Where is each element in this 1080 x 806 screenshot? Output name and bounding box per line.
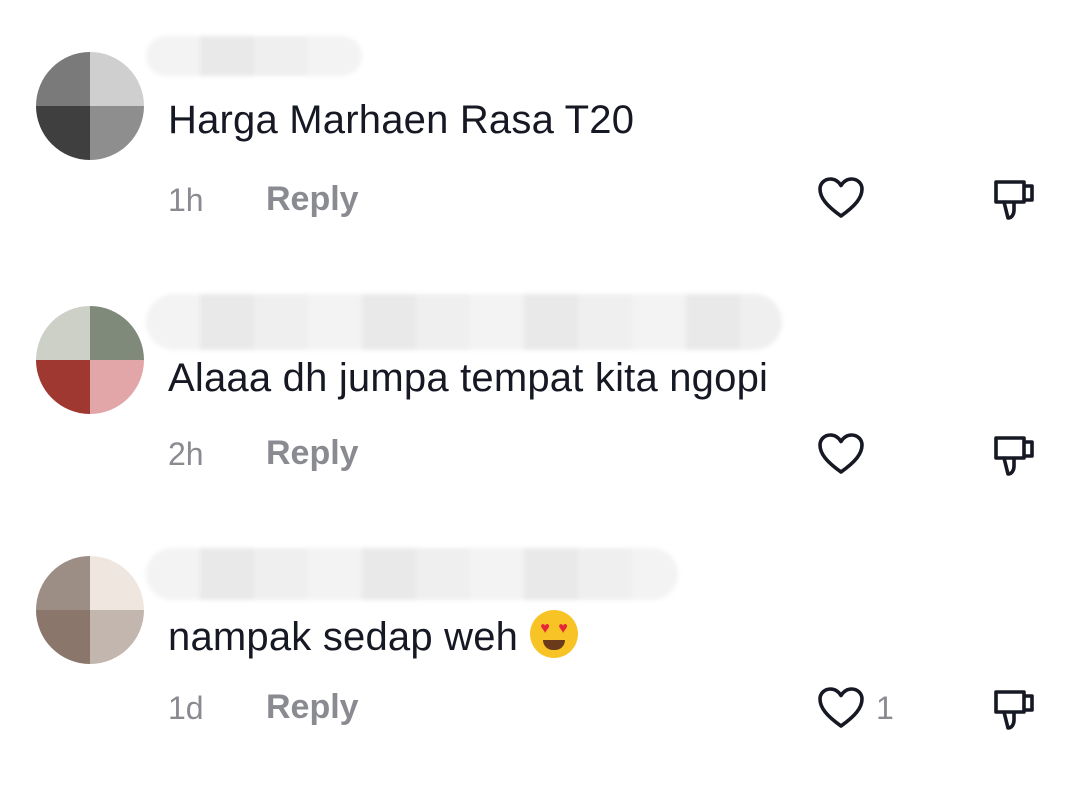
- username-redacted[interactable]: [146, 294, 782, 350]
- avatar-pixel: [90, 360, 144, 414]
- avatar-pixel: [36, 610, 90, 664]
- avatar-pixel: [90, 556, 144, 610]
- heart-eyes-emoji-icon: ♥ ♥: [530, 610, 579, 658]
- thumbs-down-icon[interactable]: [990, 176, 1038, 224]
- avatar[interactable]: [36, 306, 144, 414]
- avatar[interactable]: [36, 556, 144, 664]
- comment-item: nampak sedap weh ♥ ♥ 1d Reply 1: [0, 548, 1080, 806]
- comment-item: Alaaa dh jumpa tempat kita ngopi 2h Repl…: [0, 294, 1080, 556]
- thumbs-down-icon[interactable]: [990, 686, 1038, 734]
- comment-time: 1h: [168, 182, 204, 218]
- avatar-pixel: [36, 556, 90, 610]
- comment-text: Alaaa dh jumpa tempat kita ngopi: [168, 356, 769, 400]
- avatar-pixel: [36, 106, 90, 160]
- avatar-pixel: [90, 52, 144, 106]
- avatar-pixel: [36, 306, 90, 360]
- avatar-pixel: [90, 610, 144, 664]
- heart-outline-icon[interactable]: [817, 686, 865, 730]
- avatar-pixel: [90, 106, 144, 160]
- heart-outline-icon[interactable]: [817, 176, 865, 220]
- comment-time: 1d: [168, 690, 204, 726]
- username-redacted[interactable]: [146, 36, 362, 76]
- avatar-pixel: [36, 360, 90, 414]
- comment-text-content: nampak sedap weh: [168, 615, 519, 659]
- avatar[interactable]: [36, 52, 144, 160]
- reply-button[interactable]: Reply: [266, 688, 359, 727]
- reply-button[interactable]: Reply: [266, 180, 359, 219]
- comment-text: Harga Marhaen Rasa T20: [168, 98, 635, 142]
- heart-outline-icon[interactable]: [817, 432, 865, 476]
- like-count: 1: [876, 690, 894, 726]
- reply-button[interactable]: Reply: [266, 434, 359, 473]
- username-redacted[interactable]: [146, 548, 678, 600]
- avatar-pixel: [90, 306, 144, 360]
- comment-item: Harga Marhaen Rasa T20 1h Reply: [0, 36, 1080, 302]
- thumbs-down-icon[interactable]: [990, 432, 1038, 480]
- comment-time: 2h: [168, 436, 204, 472]
- comment-text: nampak sedap weh ♥ ♥: [168, 610, 579, 660]
- avatar-pixel: [36, 52, 90, 106]
